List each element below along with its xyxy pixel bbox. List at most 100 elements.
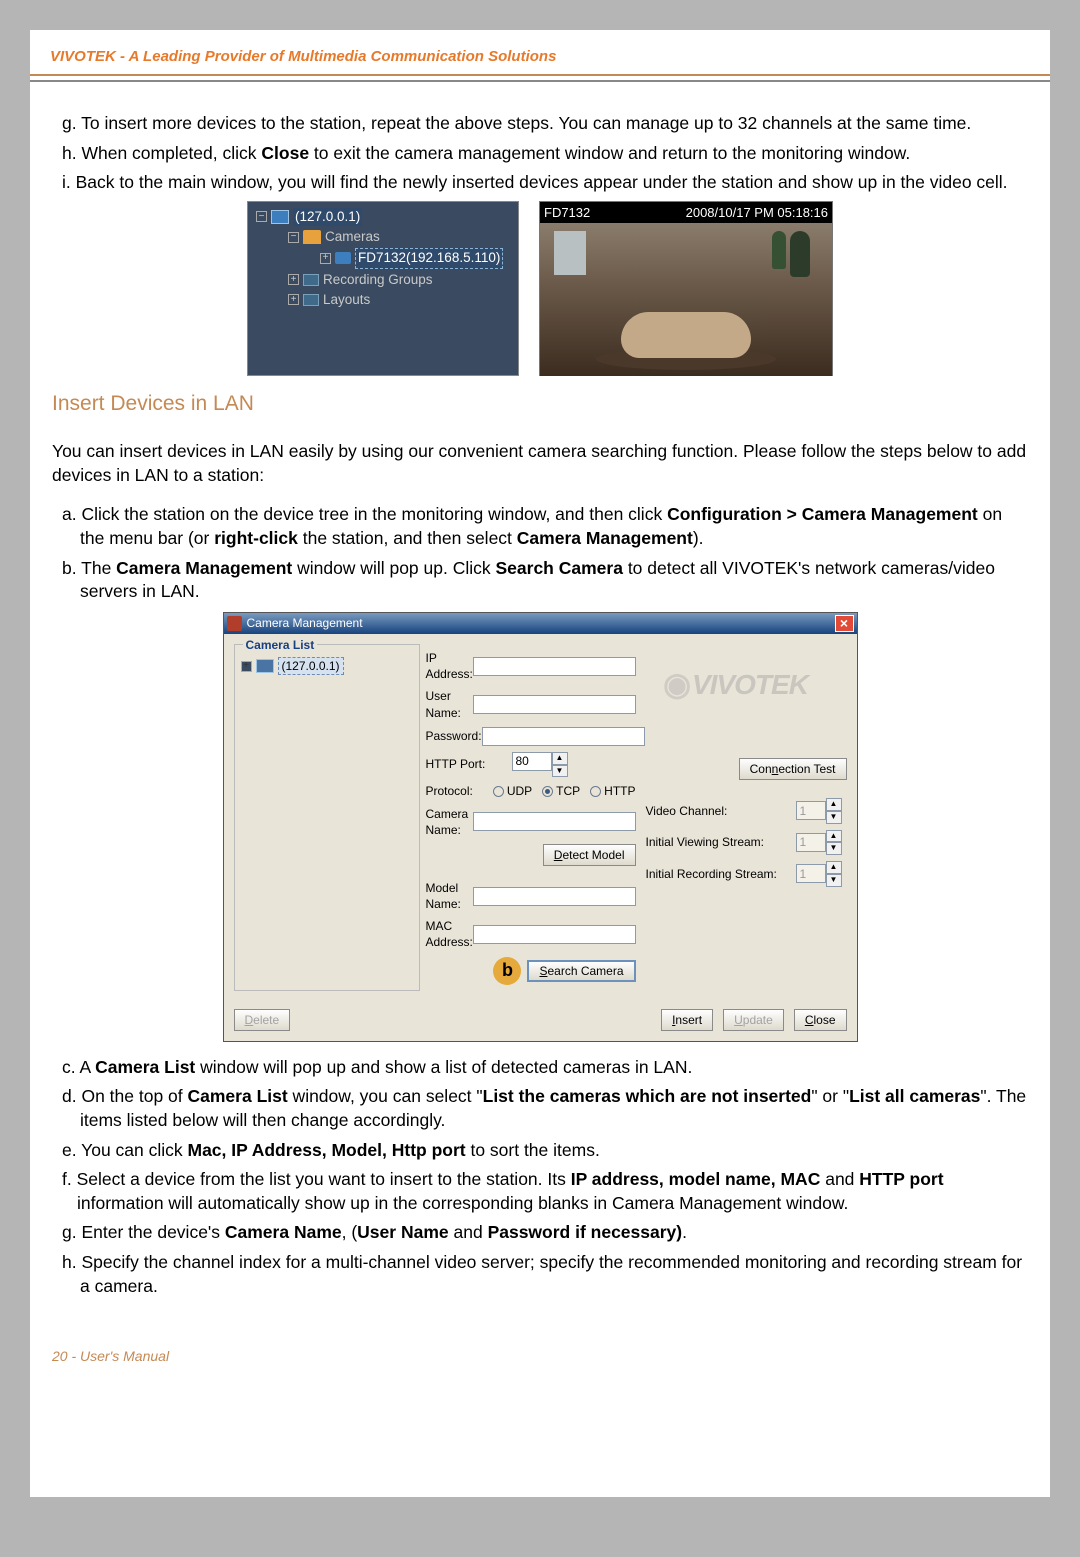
page-header: VIVOTEK - A Leading Provider of Multimed… xyxy=(30,30,1050,74)
dialog-bottom-buttons: Delete Insert Update Close xyxy=(224,1001,857,1041)
step-d-after: d. On the top of Camera List window, you… xyxy=(52,1085,1028,1132)
close-button[interactable]: Close xyxy=(794,1009,847,1031)
spin-down-icon: ▼ xyxy=(826,842,842,855)
content-area: VIVOTEK - A Leading Provider of Multimed… xyxy=(30,30,1050,1497)
spin-down-icon[interactable]: ▼ xyxy=(552,765,568,778)
layouts-label: Layouts xyxy=(323,291,370,309)
ip-address-input[interactable] xyxy=(473,657,636,676)
eye-icon: ◉ xyxy=(663,663,690,706)
radio-http[interactable]: HTTP xyxy=(590,783,635,799)
expand-icon: + xyxy=(320,253,331,264)
detect-model-button[interactable]: Detect Model xyxy=(543,844,636,866)
search-camera-button[interactable]: Search Camera xyxy=(527,960,635,982)
step-i-top: i. Back to the main window, you will fin… xyxy=(52,171,1028,195)
collapse-icon: − xyxy=(288,232,299,243)
protocol-radio-group: UDP TCP HTTP xyxy=(493,783,636,799)
step-h-after: h. Specify the channel index for a multi… xyxy=(52,1251,1028,1298)
camera-name-input[interactable] xyxy=(473,812,636,831)
close-icon[interactable]: × xyxy=(835,615,854,632)
ip-label: IP Address: xyxy=(426,650,473,682)
tree-recording-groups: + Recording Groups xyxy=(252,271,514,289)
video-overlay-bar: FD7132 2008/10/17 PM 05:18:16 xyxy=(540,202,832,224)
divider-grey xyxy=(30,80,1050,82)
footer-page-label: 20 - User's Manual xyxy=(52,1348,169,1364)
update-button[interactable]: Update xyxy=(723,1009,784,1031)
dialog-titlebar[interactable]: Camera Management × xyxy=(224,613,857,634)
callout-circle-b: b xyxy=(493,957,521,985)
lan-step-b: b. The Camera Management window will pop… xyxy=(52,557,1028,604)
step-e-after: e. You can click Mac, IP Address, Model,… xyxy=(52,1139,1028,1163)
form-left-column: IP Address: User Name: Password: HTTP Po… xyxy=(426,644,636,991)
selected-camera: FD7132(192.168.5.110) xyxy=(355,248,503,268)
password-input[interactable] xyxy=(482,727,645,746)
body-text: g. To insert more devices to the station… xyxy=(30,112,1050,1298)
page-footer: 20 - User's Manual xyxy=(30,1344,1050,1378)
tree-root: − (127.0.0.1) xyxy=(252,208,514,226)
step-g-top: g. To insert more devices to the station… xyxy=(52,112,1028,136)
section-heading: Insert Devices in LAN xyxy=(52,390,1028,418)
station-ip-label: (127.0.0.1) xyxy=(278,657,344,675)
video-timestamp: 2008/10/17 PM 05:18:16 xyxy=(686,204,828,222)
model-name-input[interactable] xyxy=(473,887,636,906)
video-channel-input xyxy=(796,801,826,820)
folder-icon xyxy=(303,230,321,244)
camera-list-legend: Camera List xyxy=(243,637,318,653)
header-text: VIVOTEK - A Leading Provider of Multimed… xyxy=(50,48,556,65)
device-tree-screenshot: − (127.0.0.1) − Cameras + FD7132(192.168… xyxy=(247,201,519,376)
lan-step-a: a. Click the station on the device tree … xyxy=(52,503,1028,550)
expand-icon: + xyxy=(288,274,299,285)
step-f-after: f. Select a device from the list you wan… xyxy=(52,1168,1028,1215)
user-name-input[interactable] xyxy=(473,695,636,714)
delete-button[interactable]: Delete xyxy=(234,1009,291,1031)
tree-layouts: + Layouts xyxy=(252,291,514,309)
radio-tcp[interactable]: TCP xyxy=(542,783,580,799)
pass-label: Password: xyxy=(426,728,482,744)
spin-up-icon[interactable]: ▲ xyxy=(552,752,568,765)
video-frame xyxy=(540,223,832,376)
collapse-icon: − xyxy=(256,211,267,222)
spin-down-icon: ▼ xyxy=(826,811,842,824)
camname-label: Camera Name: xyxy=(426,806,473,838)
insert-button[interactable]: Insert xyxy=(661,1009,713,1031)
mac-address-input[interactable] xyxy=(473,925,636,944)
station-icon xyxy=(256,659,274,673)
model-label: Model Name: xyxy=(426,880,473,912)
irs-label: Initial Recording Stream: xyxy=(646,866,796,882)
group-icon xyxy=(303,274,319,286)
lan-intro-paragraph: You can insert devices in LAN easily by … xyxy=(52,440,1028,487)
http-port-spinner[interactable]: ▲▼ xyxy=(512,752,568,778)
http-port-input[interactable] xyxy=(512,752,552,771)
connection-test-button[interactable]: Connection Test xyxy=(739,758,847,780)
radio-udp[interactable]: UDP xyxy=(493,783,532,799)
tree-camera-item: + FD7132(192.168.5.110) xyxy=(252,248,514,268)
spin-up-icon: ▲ xyxy=(826,861,842,874)
form-right-column: ◉ VIVOTEK Connection Test Video Channel:… xyxy=(646,644,847,991)
protocol-label: Protocol: xyxy=(426,783,493,799)
user-label: User Name: xyxy=(426,688,473,720)
httpport-label: HTTP Port: xyxy=(426,756,512,772)
spin-up-icon: ▲ xyxy=(826,830,842,843)
layout-icon xyxy=(303,294,319,306)
vivotek-logo: ◉ VIVOTEK xyxy=(646,644,826,726)
step-g-after: g. Enter the device's Camera Name, (User… xyxy=(52,1221,1028,1245)
figure-row-1: − (127.0.0.1) − Cameras + FD7132(192.168… xyxy=(52,201,1028,376)
step-c-after: c. A Camera List window will pop up and … xyxy=(52,1056,1028,1080)
expand-icon[interactable]: + xyxy=(241,661,252,672)
dialog-title: Camera Management xyxy=(247,615,363,631)
mac-label: MAC Address: xyxy=(426,918,473,950)
vchannel-label: Video Channel: xyxy=(646,803,796,819)
expand-icon: + xyxy=(288,294,299,305)
divider-orange xyxy=(30,74,1050,76)
video-cell-screenshot: FD7132 2008/10/17 PM 05:18:16 xyxy=(539,201,833,376)
initial-recording-stream-input xyxy=(796,864,826,883)
station-icon xyxy=(271,210,289,224)
spin-up-icon: ▲ xyxy=(826,798,842,811)
camera-list-station[interactable]: + (127.0.0.1) xyxy=(241,657,413,675)
camera-list-panel: Camera List + (127.0.0.1) xyxy=(234,644,420,991)
camera-icon xyxy=(335,252,351,264)
document-page: VIVOTEK - A Leading Provider of Multimed… xyxy=(0,30,1080,1557)
step-h-top: h. When completed, click Close to exit t… xyxy=(52,142,1028,166)
initial-viewing-stream-input xyxy=(796,833,826,852)
recording-groups-label: Recording Groups xyxy=(323,271,433,289)
camera-management-dialog: Camera Management × Camera List + (127.0… xyxy=(223,612,858,1042)
